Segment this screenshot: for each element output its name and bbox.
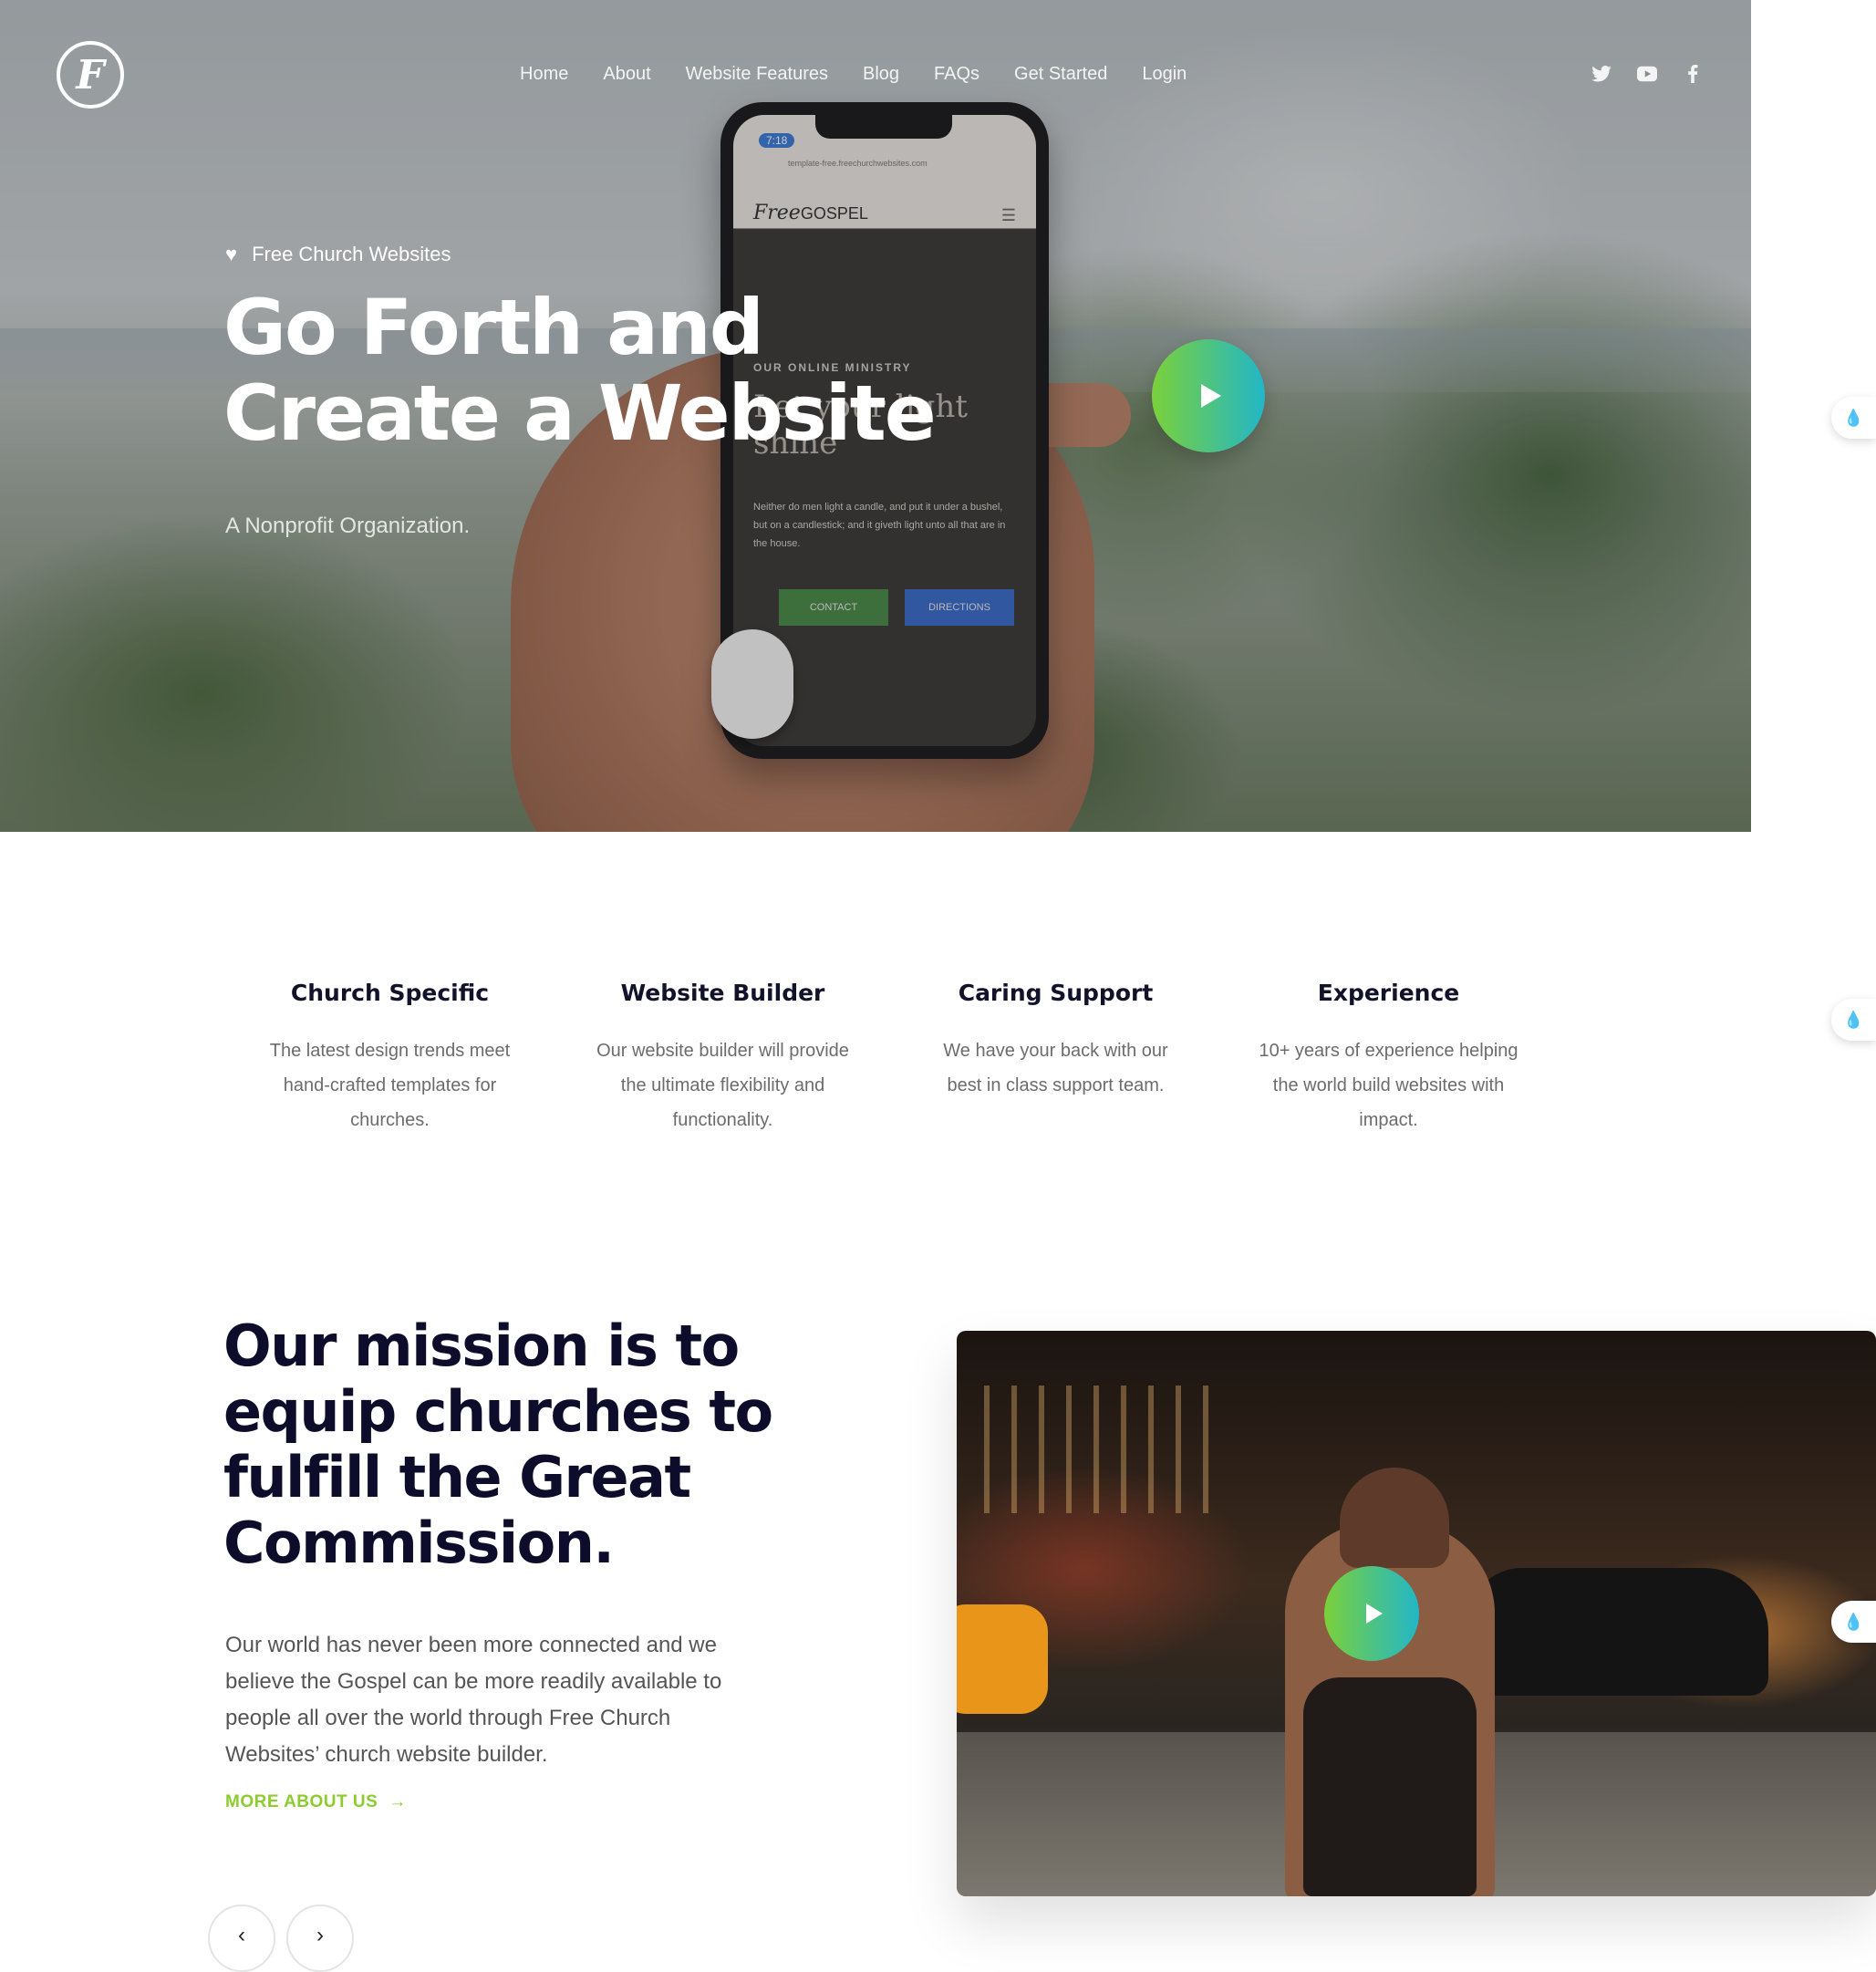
feature-title: Church Specific <box>290 980 490 1006</box>
hero-section: 7:18 template-free.freechurchwebsites.co… <box>0 0 1751 832</box>
feature-experience: Experience 10+ years of experience helpi… <box>1222 980 1555 1137</box>
hero-kicker: ♥ Free Church Websites <box>225 243 451 266</box>
video-taxi <box>957 1604 1048 1714</box>
droplet-icon: 💧 <box>1843 1612 1864 1631</box>
droplet-icon: 💧 <box>1843 1010 1864 1029</box>
nav-item-faqs[interactable]: FAQs <box>934 64 979 85</box>
feature-caring-support: Caring Support We have your back with ou… <box>889 980 1222 1137</box>
feature-text: Our website builder will provide the ult… <box>596 1041 849 1130</box>
feature-website-builder: Website Builder Our website builder will… <box>556 980 889 1137</box>
nav-item-blog[interactable]: Blog <box>863 64 899 85</box>
nav-item-login[interactable]: Login <box>1142 64 1187 85</box>
feature-church-specific: Church Specific The latest design trends… <box>223 980 556 1137</box>
hero-title: Go Forth and Create a Website <box>223 283 937 458</box>
next-arrow-button[interactable]: › <box>286 1905 354 1972</box>
more-about-us-link[interactable]: MORE ABOUT US → <box>225 1792 407 1812</box>
youtube-icon[interactable] <box>1637 64 1657 84</box>
arrow-right-icon: → <box>389 1792 407 1811</box>
mission-body: Our world has never been more connected … <box>225 1633 722 1767</box>
carousel-controls: ‹ › <box>208 1905 354 1972</box>
play-icon <box>1201 384 1221 408</box>
prev-arrow-button[interactable]: ‹ <box>208 1905 275 1972</box>
feature-title: Experience <box>1317 980 1460 1006</box>
hero-title-line-1: Go Forth and <box>223 283 764 372</box>
video-person-hat <box>1340 1468 1449 1568</box>
mission-video-card[interactable] <box>957 1331 1876 1896</box>
main-nav: Home About Website Features Blog FAQs Ge… <box>520 64 1187 85</box>
droplet-icon: 💧 <box>1843 408 1864 427</box>
nav-item-website-features[interactable]: Website Features <box>686 64 828 85</box>
twitter-icon[interactable] <box>1591 64 1612 84</box>
feature-title: Caring Support <box>958 980 1154 1006</box>
heart-icon: ♥ <box>225 243 238 265</box>
side-widget-button[interactable]: 💧 <box>1831 999 1876 1041</box>
facebook-icon[interactable] <box>1683 64 1703 84</box>
nav-item-home[interactable]: Home <box>520 64 568 85</box>
more-about-us-label: MORE ABOUT US <box>225 1792 378 1811</box>
hero-title-line-2: Create a Website <box>223 368 937 458</box>
hero-subtitle: A Nonprofit Organization. <box>225 514 471 538</box>
feature-text: We have your back with our best in class… <box>943 1041 1168 1095</box>
hero-kicker-label: Free Church Websites <box>252 243 451 265</box>
video-play-button[interactable] <box>1324 1566 1419 1661</box>
nav-item-get-started[interactable]: Get Started <box>1014 64 1107 85</box>
nav-item-about[interactable]: About <box>603 64 650 85</box>
site-logo[interactable]: F <box>57 41 124 109</box>
features-section: Church Specific The latest design trends… <box>223 980 1555 1137</box>
video-city-lights <box>984 1386 1221 1513</box>
feature-title: Website Builder <box>620 980 825 1006</box>
play-icon <box>1365 1604 1383 1624</box>
mission-title: Our mission is to equip churches to fulf… <box>223 1313 773 1576</box>
side-widget-button[interactable]: 💧 <box>1831 397 1876 439</box>
side-widget-button[interactable]: 💧 <box>1831 1601 1876 1643</box>
feature-text: 10+ years of experience helping the worl… <box>1259 1041 1518 1130</box>
video-backpack <box>1303 1677 1477 1896</box>
feature-text: The latest design trends meet hand-craft… <box>269 1041 511 1130</box>
video-car <box>1467 1568 1768 1696</box>
hero-play-button[interactable] <box>1152 339 1265 452</box>
social-links <box>1591 64 1703 84</box>
